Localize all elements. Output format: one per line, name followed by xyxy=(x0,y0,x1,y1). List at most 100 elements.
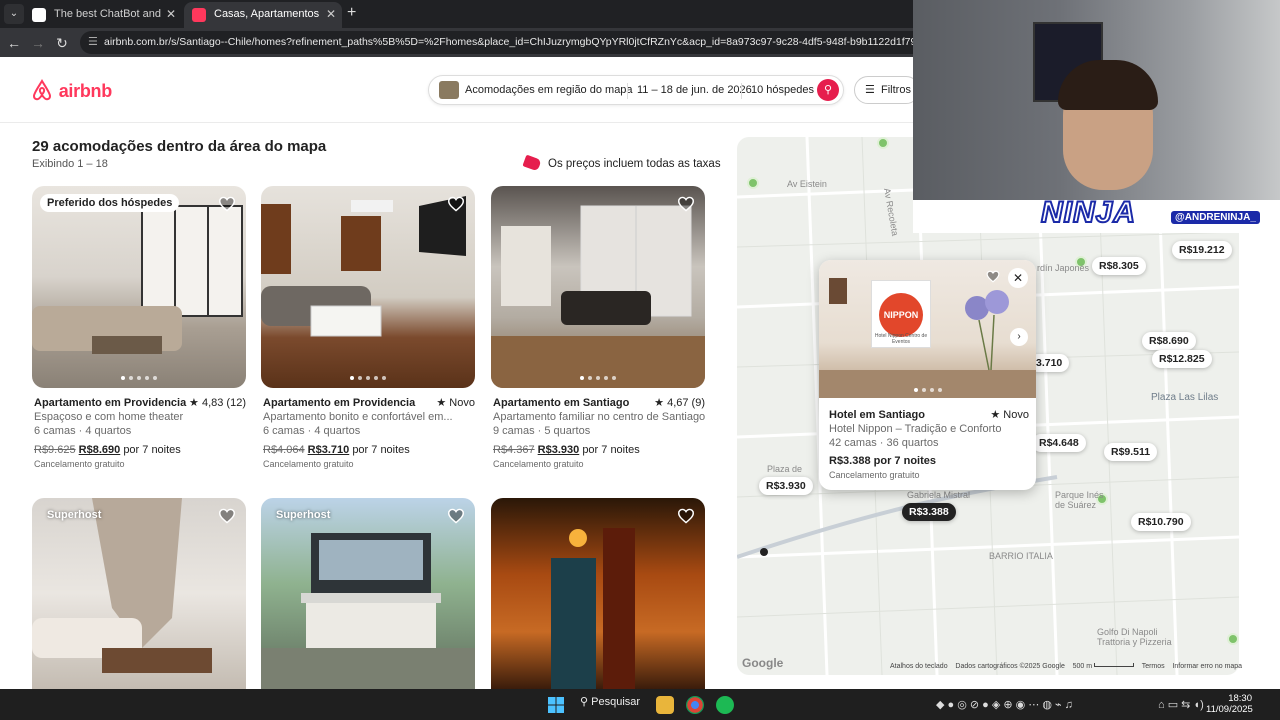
browser-tab-chatbot[interactable]: The best ChatBot and Widgets ✕ xyxy=(24,2,182,28)
listing-title: Apartamento em Santiago xyxy=(493,397,630,409)
price-pin[interactable]: R$19.212 xyxy=(1172,241,1232,259)
taskbar-search-label: Pesquisar xyxy=(591,696,641,708)
heart-icon[interactable] xyxy=(447,196,465,212)
tab-title: Casas, Apartamentos e Aluguéis xyxy=(214,8,322,20)
price-pin[interactable]: R$10.790 xyxy=(1131,513,1191,531)
hallway-illustration xyxy=(551,528,635,689)
superhost-badge: Superhost xyxy=(47,509,102,521)
address-bar[interactable]: ☰ airbnb.com.br/s/Santiago--Chile/homes?… xyxy=(80,31,930,54)
system-tray-icons[interactable]: ◆ ● ◎ ⊘ ● ◈ ⊕ ◉ ⋯ ◍ ⌁ ♫ xyxy=(936,698,1073,711)
airbnb-belo-icon xyxy=(32,79,52,101)
search-dates[interactable]: 11 – 18 de jun. de 2026 xyxy=(637,84,752,96)
listing-price: R$9.625 R$8.690 por 7 noites xyxy=(34,443,246,457)
price-pin[interactable]: R$9.511 xyxy=(1104,443,1158,461)
map-place-label: rdín Japonés xyxy=(1037,263,1090,273)
listing-photo[interactable] xyxy=(491,498,705,689)
popup-price: R$3.388 por 7 noites xyxy=(829,455,936,467)
listing-photo[interactable]: Preferido dos hóspedes xyxy=(32,186,246,388)
taxes-note-text: Os preços incluem todas as taxas xyxy=(548,158,721,170)
old-price: R$4.064 xyxy=(263,444,305,456)
windows-taskbar: ⚲ Pesquisar ◆ ● ◎ ⊘ ● ◈ ⊕ ◉ ⋯ ◍ ⌁ ♫ ⌂ ▭ … xyxy=(0,689,1280,720)
heart-icon[interactable] xyxy=(986,270,1000,283)
map-place-label: Golfo Di Napoli Trattoria y Pizzeria xyxy=(1097,627,1172,647)
streamer-handle: @ANDRENINJA_ xyxy=(1171,211,1260,224)
heart-icon[interactable] xyxy=(677,196,695,212)
price-pin[interactable]: R$12.825 xyxy=(1152,350,1212,368)
close-tab-icon[interactable]: ✕ xyxy=(166,2,176,26)
price-pin[interactable]: R$8.690 xyxy=(1142,332,1196,350)
taskbar-search[interactable]: ⚲ Pesquisar xyxy=(580,695,640,708)
popup-description: Hotel Nippon – Tradição e Conforto xyxy=(829,423,1002,435)
keyboard-shortcuts-link[interactable]: Atalhos do teclado xyxy=(890,663,948,670)
listing-price: R$4.367 R$3.930 por 7 noites xyxy=(493,443,705,457)
current-price[interactable]: R$8.690 xyxy=(79,444,121,456)
living-room-illustration xyxy=(32,205,243,354)
listing-title: Apartamento em Providencia xyxy=(263,397,416,409)
back-arrow-icon[interactable]: ← xyxy=(4,33,24,53)
price-pin-selected[interactable]: R$3.388 xyxy=(902,503,956,521)
terms-link[interactable]: Termos xyxy=(1142,663,1165,670)
forward-arrow-icon[interactable]: → xyxy=(28,33,48,53)
free-cancellation: Cancelamento gratuito xyxy=(263,459,354,469)
close-tab-icon[interactable]: ✕ xyxy=(326,2,336,26)
listing-rating: ★ 4,83 (12) xyxy=(189,397,246,409)
airbnb-logo[interactable]: airbnb xyxy=(32,79,112,102)
listing-photo[interactable] xyxy=(491,186,705,388)
windows-start-icon[interactable] xyxy=(548,697,564,713)
heart-icon[interactable] xyxy=(218,196,236,212)
popup-title: Hotel em Santiago xyxy=(829,409,925,421)
listing-rooms: 6 camas · 4 quartos xyxy=(34,425,132,437)
hotel-sign-caption: Hotel Nippon Centro de Eventos xyxy=(874,333,928,345)
heart-icon[interactable] xyxy=(447,508,465,524)
heart-icon[interactable] xyxy=(677,508,695,524)
tab-list-button[interactable]: ⌄ xyxy=(4,4,24,24)
search-location[interactable]: Acomodações em região do mapa xyxy=(465,84,633,96)
tray-status-icons[interactable]: ⌂ ▭ ⇆ ◖) xyxy=(1158,698,1204,711)
filters-button[interactable]: ☰ Filtros xyxy=(854,76,920,104)
map-scale: 500 m xyxy=(1072,663,1093,670)
next-photo-chevron-icon[interactable]: › xyxy=(1010,328,1028,346)
living-room-illustration xyxy=(491,205,705,388)
browser-tab-airbnb[interactable]: Casas, Apartamentos e Aluguéis ✕ xyxy=(184,2,342,28)
listing-meta: Apartamento em Providencia ★ 4,83 (12) Es… xyxy=(34,396,246,471)
house-exterior-illustration xyxy=(261,533,475,689)
reload-icon[interactable]: ↻ xyxy=(52,33,72,53)
heart-icon[interactable] xyxy=(218,508,236,524)
filters-label: Filtros xyxy=(881,84,911,96)
map-listing-popup[interactable]: NIPPON Hotel Nippon Centro de Eventos ✕ … xyxy=(819,260,1036,490)
chrome-icon[interactable] xyxy=(686,696,704,714)
photo-dots xyxy=(491,376,705,380)
map-place-label: Gabriela Mistral xyxy=(907,490,971,500)
popup-photo[interactable]: NIPPON Hotel Nippon Centro de Eventos ✕ … xyxy=(819,260,1036,398)
hotel-sign: NIPPON Hotel Nippon Centro de Eventos xyxy=(871,280,931,348)
file-explorer-icon[interactable] xyxy=(656,696,674,714)
current-price[interactable]: R$3.710 xyxy=(308,444,350,456)
guest-favorite-badge: Preferido dos hóspedes xyxy=(40,194,180,212)
new-tab-icon[interactable]: + xyxy=(347,4,356,22)
park-marker-icon xyxy=(747,177,759,189)
spotify-icon[interactable] xyxy=(716,696,734,714)
divider xyxy=(741,83,742,99)
price-pin[interactable]: R$8.305 xyxy=(1092,257,1146,275)
site-info-icon[interactable]: ☰ xyxy=(88,31,98,54)
report-map-error-link[interactable]: Informar erro no mapa xyxy=(1172,663,1242,670)
listing-description: Apartamento bonito e confortável em... xyxy=(263,411,453,423)
scale-bar xyxy=(1094,663,1135,667)
search-icon[interactable]: ⚲ xyxy=(817,79,839,101)
listing-title: Apartamento em Providencia xyxy=(34,397,187,409)
price-pin[interactable]: R$4.648 xyxy=(1032,434,1086,452)
taskbar-clock[interactable]: 18:30 11/09/2025 xyxy=(1206,693,1253,715)
tab-title: The best ChatBot and Widgets xyxy=(54,8,162,20)
listing-photo[interactable]: Superhost xyxy=(261,498,475,689)
current-price[interactable]: R$3.930 xyxy=(538,444,580,456)
search-bar[interactable]: Acomodações em região do mapa 11 – 18 de… xyxy=(428,75,844,105)
price-pin[interactable]: R$3.930 xyxy=(759,477,813,495)
search-guests[interactable]: 10 hóspedes xyxy=(751,84,814,96)
listing-photo[interactable]: Superhost xyxy=(32,498,246,689)
popup-rooms: 42 camas · 36 quartos xyxy=(829,437,939,449)
map-place-label: Plaza de xyxy=(767,464,803,474)
webcam-overlay: NINJA @ANDRENINJA_ xyxy=(913,0,1280,233)
listing-photo[interactable] xyxy=(261,186,475,388)
photo-dots xyxy=(261,376,475,380)
close-icon[interactable]: ✕ xyxy=(1008,268,1028,288)
